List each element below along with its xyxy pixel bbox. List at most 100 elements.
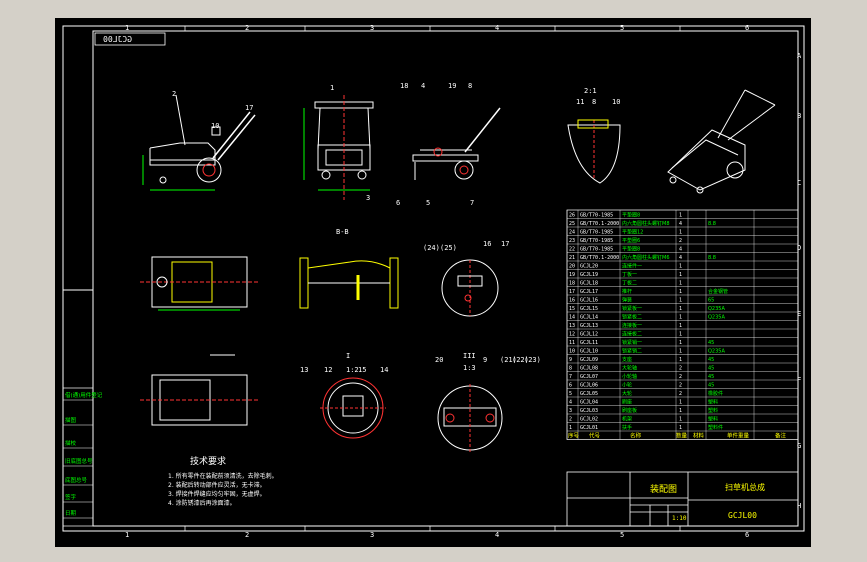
bom-cell: 小轮 — [622, 382, 632, 389]
column-label: 3 — [370, 531, 374, 539]
bom-cell: 2 — [679, 238, 682, 244]
bom-cell: 14 — [569, 315, 575, 321]
bom-cell: 锁紧板二 — [622, 314, 642, 321]
drawing-scale: 1:10 — [672, 515, 687, 522]
svg-text:2:1: 2:1 — [584, 87, 597, 95]
bom-cell: 45 — [708, 357, 714, 363]
bom-cell: 合金钢管 — [708, 288, 728, 295]
svg-text:4: 4 — [421, 82, 425, 90]
bom-cell: 刷座 — [622, 399, 632, 406]
bom-cell: 1 — [679, 340, 682, 346]
column-label: 4 — [495, 531, 499, 539]
bom-cell: 大轮轴 — [622, 365, 637, 372]
bom-cell: 20 — [569, 264, 575, 270]
row-label: B — [797, 112, 801, 120]
bom-cell: 大轮 — [622, 390, 632, 397]
bom-cell: Q235A — [708, 349, 725, 355]
bom-cell: 16 — [569, 298, 575, 304]
bom-cell: 1 — [679, 323, 682, 329]
bom-cell: 22 — [569, 247, 575, 253]
bom-cell: 4 — [679, 221, 682, 227]
svg-text:5: 5 — [426, 199, 430, 207]
svg-text:I: I — [346, 352, 350, 360]
bom-cell: GB/T70.1-2000 — [580, 255, 619, 261]
strip-label: 日期 — [65, 510, 77, 517]
svg-text:1: 1 — [330, 84, 334, 92]
bom-cell: 连接件一 — [622, 263, 642, 270]
bom-cell: 1 — [679, 315, 682, 321]
svg-text:15: 15 — [358, 366, 366, 374]
bom-cell: 45 — [708, 383, 714, 389]
bom-cell: 11 — [569, 340, 575, 346]
svg-text:16: 16 — [483, 240, 491, 248]
bom-cell: 1 — [679, 289, 682, 295]
bom-cell: 内六角圆柱头螺钉M8 — [622, 220, 670, 227]
bom-cell: 1 — [679, 400, 682, 406]
bom-cell: 橡胶件 — [708, 390, 723, 397]
bom-cell: GB/T70-1985 — [580, 238, 613, 244]
bom-cell: GCJL10 — [580, 349, 598, 355]
bom-cell: 45 — [708, 374, 714, 380]
strip-label: 签字 — [65, 493, 77, 501]
drawing-number: GCJL00 — [728, 511, 757, 520]
column-label: 1 — [125, 24, 129, 32]
bom-cell: GCJL20 — [580, 264, 598, 270]
bom-cell: 4 — [679, 247, 682, 253]
bom-header-cell: 材料 — [693, 432, 705, 440]
svg-text:(24): (24) — [423, 244, 440, 252]
bom-header-cell: 备注 — [775, 432, 787, 440]
svg-text:7: 7 — [470, 199, 474, 207]
bom-cell: 内六角圆柱头螺钉M6 — [622, 254, 670, 261]
bom-cell: 塑料 — [708, 416, 718, 423]
bom-cell: GCJL13 — [580, 323, 598, 329]
svg-text:2: 2 — [172, 90, 176, 98]
bom-cell: 65 — [708, 298, 714, 304]
bom-cell: GCJL05 — [580, 391, 598, 397]
row-label: E — [797, 310, 801, 318]
bom-cell: 1 — [679, 425, 682, 431]
bom-cell: 24 — [569, 230, 575, 236]
svg-text:8: 8 — [592, 98, 596, 106]
note-line: 4. 涂防锈漆后再涂面漆。 — [168, 499, 236, 507]
svg-text:20: 20 — [435, 356, 443, 364]
bom-cell: GCJL12 — [580, 332, 598, 338]
bom-header-cell: 名称 — [630, 432, 642, 440]
bom-cell: 2 — [569, 417, 572, 423]
bom-cell: 平垫圈8 — [622, 212, 640, 219]
bom-cell: 25 — [569, 221, 575, 227]
svg-text:8: 8 — [468, 82, 472, 90]
svg-text:13: 13 — [300, 366, 308, 374]
bom-cell: 1 — [679, 357, 682, 363]
bom-cell: 连接板一 — [622, 322, 642, 329]
bom-cell: 塑料件 — [708, 424, 723, 431]
column-label: 5 — [620, 531, 624, 539]
bom-cell: 12 — [569, 332, 575, 338]
column-label: 2 — [245, 24, 249, 32]
bom-cell: GCJL17 — [580, 289, 598, 295]
svg-text:14: 14 — [380, 366, 388, 374]
bom-header-cell: 代号 — [589, 432, 601, 440]
bom-cell: 连接板二 — [622, 331, 642, 338]
bom-cell: GB/T70-1985 — [580, 213, 613, 219]
svg-text:(25): (25) — [440, 244, 457, 252]
drawing-viewport[interactable] — [55, 18, 811, 547]
strip-label: 描校 — [65, 439, 77, 447]
bom-cell: 锁紧板一 — [622, 305, 642, 312]
bom-cell: 1 — [569, 425, 572, 431]
bom-cell: 刷座板 — [622, 407, 637, 414]
bom-cell: GCJL11 — [580, 340, 598, 346]
row-label: D — [797, 244, 801, 252]
bom-cell: 弹簧 — [622, 297, 632, 304]
bom-cell: GCJL06 — [580, 383, 598, 389]
bom-cell: 塑料 — [708, 407, 718, 414]
bom-cell: 1 — [679, 272, 682, 278]
svg-text:19: 19 — [448, 82, 456, 90]
column-label: 6 — [745, 24, 749, 32]
column-label: 6 — [745, 531, 749, 539]
bom-cell: 1 — [679, 213, 682, 219]
svg-text:1:3: 1:3 — [463, 364, 476, 372]
bom-cell: 塑料 — [708, 399, 718, 406]
product-name: 扫草机总成 — [725, 482, 765, 492]
bom-cell: GCJL03 — [580, 408, 598, 414]
bom-cell: GCJL14 — [580, 315, 598, 321]
